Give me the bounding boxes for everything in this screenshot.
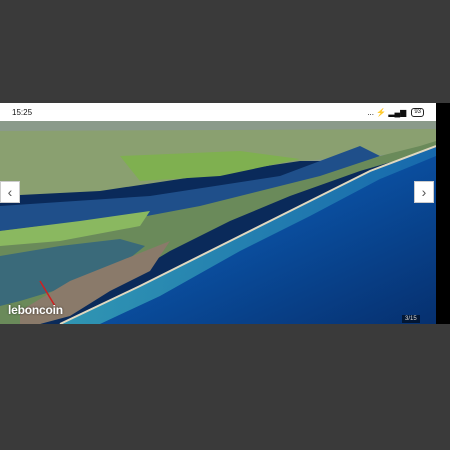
status-icons: ... ⚡ ▂▄▆ 93: [367, 107, 424, 117]
signal-icons: ... ⚡ ▂▄▆: [367, 107, 407, 117]
status-bar: 15:25 ... ⚡ ▂▄▆ 93: [0, 103, 436, 121]
status-time: 15:25: [12, 107, 33, 117]
watermark-logo: leboncoin: [8, 303, 63, 317]
screen-edge: [436, 103, 450, 324]
photo-counter: 3/15: [402, 315, 420, 323]
chevron-right-icon: ›: [421, 184, 427, 200]
previous-photo-button[interactable]: ‹: [0, 181, 20, 203]
next-photo-button[interactable]: ›: [414, 181, 434, 203]
battery-icon: 93: [411, 107, 424, 117]
listing-photo[interactable]: [0, 121, 436, 324]
phone-screen: 15:25 ... ⚡ ▂▄▆ 93 ‹ › leboncoin 3/15: [0, 103, 436, 324]
chevron-left-icon: ‹: [7, 184, 13, 200]
